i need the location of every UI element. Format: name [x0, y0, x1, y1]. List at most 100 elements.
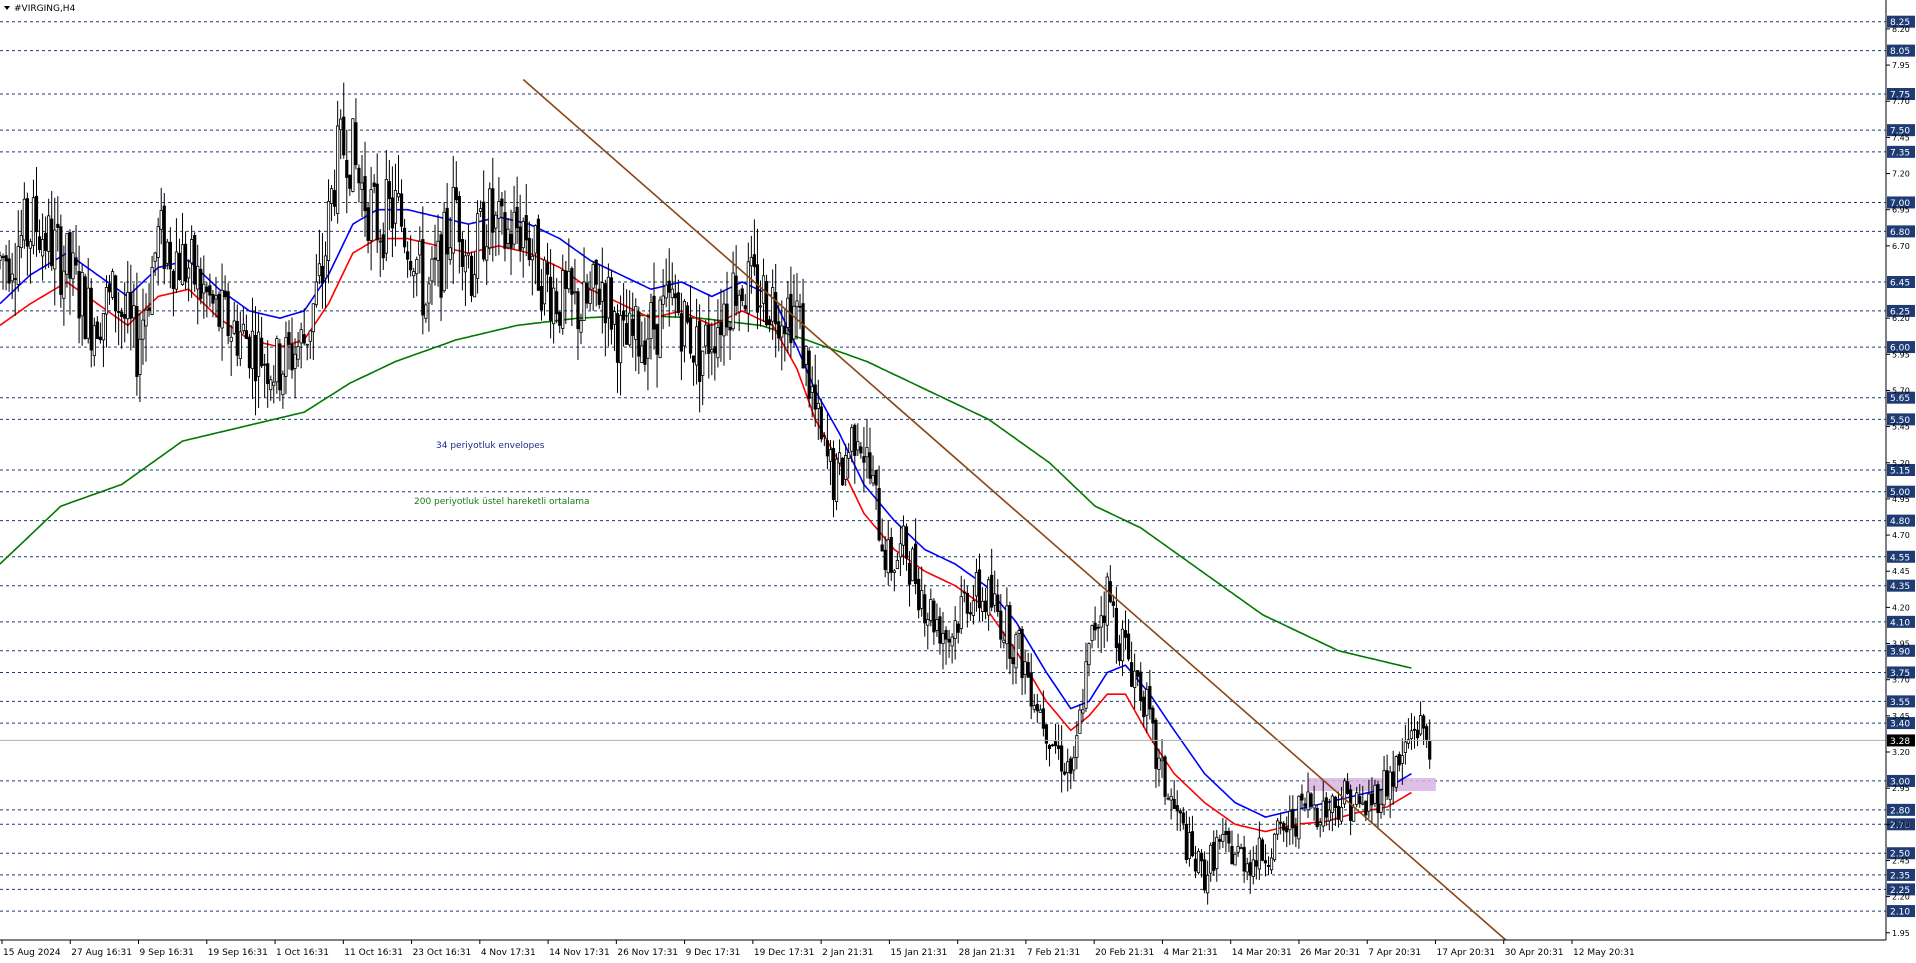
- candle-body: [914, 543, 918, 585]
- price-tick-label: 5.20: [1892, 459, 1910, 468]
- candle-body: [1218, 839, 1222, 842]
- candle-body: [186, 267, 191, 279]
- candle-body: [637, 311, 641, 357]
- candle-body: [336, 125, 340, 214]
- candle-body: [272, 381, 276, 386]
- candle-body: [333, 189, 337, 207]
- time-label: 9 Sep 16:31: [140, 948, 194, 958]
- candle-body: [621, 310, 626, 321]
- price-tick-label: 2.95: [1892, 784, 1910, 793]
- candle-body: [89, 287, 93, 351]
- candle-body: [640, 345, 644, 363]
- candle-body: [1279, 821, 1283, 824]
- candle-body: [871, 475, 875, 484]
- candle-body: [707, 324, 711, 354]
- price-level-label: 8.05: [1890, 47, 1910, 57]
- candle-body: [1358, 796, 1362, 804]
- candle-body: [1309, 793, 1313, 807]
- candle-body: [731, 272, 735, 330]
- candle-body: [1023, 661, 1027, 676]
- candle-body: [1078, 709, 1082, 734]
- candle-body: [360, 182, 364, 191]
- candle-body: [1318, 822, 1322, 826]
- candle-body: [579, 320, 583, 333]
- candle-body: [1196, 850, 1201, 874]
- candle-body: [1050, 744, 1055, 747]
- candle-body: [944, 630, 948, 640]
- candle-body: [412, 271, 416, 277]
- time-label: 15 Jan 21:31: [890, 948, 947, 958]
- candle-body: [381, 234, 385, 259]
- candle-body: [561, 270, 565, 329]
- candle-body: [670, 288, 674, 299]
- candle-body: [883, 549, 887, 570]
- candle-body: [479, 208, 483, 212]
- candle-body: [208, 285, 212, 296]
- candle-body: [938, 616, 942, 644]
- price-tick-label: 7.70: [1892, 97, 1910, 106]
- candle-body: [1087, 643, 1091, 666]
- candle-body: [920, 590, 924, 609]
- candle-body: [518, 226, 522, 251]
- candle-body: [1, 256, 5, 258]
- candle-body: [448, 247, 452, 261]
- candle-body: [600, 282, 604, 302]
- candle-body: [1306, 791, 1310, 811]
- candle-body: [302, 334, 306, 344]
- candle-body: [16, 246, 20, 285]
- candle-body: [1361, 802, 1365, 805]
- time-label: 27 Aug 16:31: [71, 948, 132, 958]
- candle-body: [801, 303, 805, 369]
- candle-body: [348, 174, 352, 189]
- candle-body: [555, 291, 559, 315]
- candle-body: [904, 526, 909, 559]
- candle-body: [494, 214, 498, 229]
- price-tick-label: 7.20: [1892, 170, 1910, 179]
- candle-body: [31, 197, 36, 246]
- candle-body: [317, 263, 322, 277]
- candle-body: [1206, 874, 1210, 894]
- candle-body: [95, 321, 99, 340]
- time-label: 2 Jan 21:31: [822, 948, 873, 958]
- price-chart[interactable]: 8.258.057.757.507.357.006.806.456.256.00…: [0, 0, 1916, 963]
- price-tick-label: 1.95: [1892, 929, 1910, 938]
- candle-body: [673, 293, 677, 299]
- candle-body: [1053, 741, 1058, 747]
- candle-body: [1123, 630, 1128, 638]
- candle-body: [451, 186, 455, 254]
- candle-body: [1418, 715, 1423, 735]
- candle-body: [1145, 689, 1149, 716]
- candle-body: [798, 305, 802, 308]
- candle-body: [113, 275, 118, 312]
- candle-body: [548, 276, 553, 321]
- candle-body: [588, 289, 592, 304]
- price-level-label: 6.80: [1890, 228, 1910, 238]
- candle-body: [1190, 831, 1195, 857]
- candle-body: [1373, 784, 1377, 804]
- time-label: 11 Oct 16:31: [344, 948, 403, 958]
- candle-body: [269, 379, 273, 391]
- candle-body: [1403, 741, 1407, 753]
- candle-body: [834, 458, 839, 503]
- candle-body: [393, 190, 398, 224]
- chart-background: [0, 0, 1916, 963]
- time-label: 12 May 20:31: [1573, 948, 1635, 958]
- candle-body: [898, 543, 903, 558]
- candle-body: [485, 246, 489, 261]
- candle-body: [1099, 615, 1103, 628]
- candle-body: [996, 594, 1000, 612]
- candle-body: [202, 283, 206, 294]
- candle-body: [576, 291, 580, 330]
- candle-body: [524, 215, 528, 241]
- candle-body: [442, 211, 446, 292]
- candle-body: [253, 334, 258, 382]
- candle-body: [320, 266, 325, 284]
- envelope-label: 34 periyotluk envelopes: [436, 441, 545, 451]
- candle-body: [399, 193, 404, 227]
- candle-body: [1209, 844, 1213, 874]
- candle-body: [618, 315, 623, 364]
- candle-body: [1312, 804, 1316, 809]
- candle-body: [190, 239, 194, 264]
- candle-body: [433, 257, 437, 260]
- candle-body: [755, 264, 760, 313]
